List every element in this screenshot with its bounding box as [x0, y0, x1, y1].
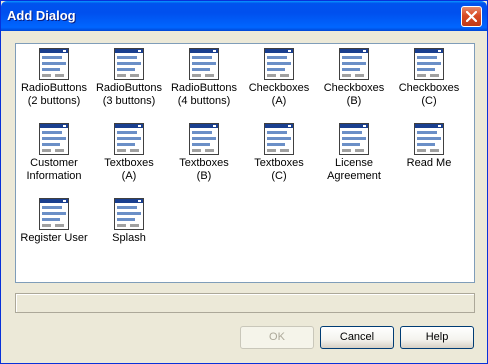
dialog-icon	[339, 48, 369, 80]
list-item[interactable]: Textboxes (A)	[93, 121, 165, 183]
list-item[interactable]: Splash	[93, 196, 165, 258]
list-item-label: Textboxes (B)	[179, 157, 229, 182]
title-bar[interactable]: Add Dialog	[1, 1, 487, 31]
list-item-label: License Agreement	[327, 157, 381, 182]
list-item[interactable]: RadioButtons (4 buttons)	[168, 46, 240, 108]
list-item-label: Read Me	[406, 157, 452, 169]
close-icon	[466, 11, 477, 22]
list-item[interactable]: Checkboxes (A)	[243, 46, 315, 108]
list-item-label: Textboxes (C)	[254, 157, 304, 182]
list-item-label: RadioButtons (4 buttons)	[170, 82, 238, 107]
dialog-icon	[39, 48, 69, 80]
dialog-icon	[114, 123, 144, 155]
dialog-icon	[114, 48, 144, 80]
dialog-icon	[39, 123, 69, 155]
cancel-button[interactable]: Cancel	[320, 326, 394, 349]
list-item-label: RadioButtons (2 buttons)	[20, 82, 88, 107]
list-item[interactable]: RadioButtons (3 buttons)	[93, 46, 165, 108]
dialog-icon	[264, 48, 294, 80]
description-bar	[15, 293, 475, 313]
list-item[interactable]: Textboxes (C)	[243, 121, 315, 183]
dialog-icon	[39, 198, 69, 230]
list-item[interactable]: Checkboxes (C)	[393, 46, 465, 108]
add-dialog-window: Add Dialog RadioButtons (2 buttons) Radi…	[0, 0, 488, 364]
dialog-icon	[114, 198, 144, 230]
list-item-label: Checkboxes (A)	[248, 82, 310, 107]
list-item-label: Checkboxes (C)	[398, 82, 460, 107]
dialog-icon	[189, 48, 219, 80]
list-item-label: Splash	[112, 232, 146, 244]
dialog-icon	[189, 123, 219, 155]
dialog-icon	[414, 48, 444, 80]
list-item-label: Textboxes (A)	[104, 157, 154, 182]
dialog-icon	[414, 123, 444, 155]
ok-button[interactable]: OK	[240, 326, 314, 349]
list-item[interactable]: Textboxes (B)	[168, 121, 240, 183]
list-item[interactable]: Register User	[18, 196, 90, 258]
close-button[interactable]	[461, 6, 482, 27]
dialog-type-list[interactable]: RadioButtons (2 buttons) RadioButtons (3…	[15, 43, 475, 283]
list-item[interactable]: RadioButtons (2 buttons)	[18, 46, 90, 108]
list-item-label: Checkboxes (B)	[323, 82, 385, 107]
list-item[interactable]: Read Me	[393, 121, 465, 183]
list-item-label: Customer Information	[26, 157, 82, 182]
dialog-icon	[264, 123, 294, 155]
list-item-label: RadioButtons (3 buttons)	[95, 82, 163, 107]
list-item[interactable]: License Agreement	[318, 121, 390, 183]
list-item[interactable]: Customer Information	[18, 121, 90, 183]
dialog-icon	[339, 123, 369, 155]
list-item[interactable]: Checkboxes (B)	[318, 46, 390, 108]
window-title: Add Dialog	[7, 8, 76, 23]
list-item-label: Register User	[20, 232, 88, 244]
help-button[interactable]: Help	[400, 326, 474, 349]
